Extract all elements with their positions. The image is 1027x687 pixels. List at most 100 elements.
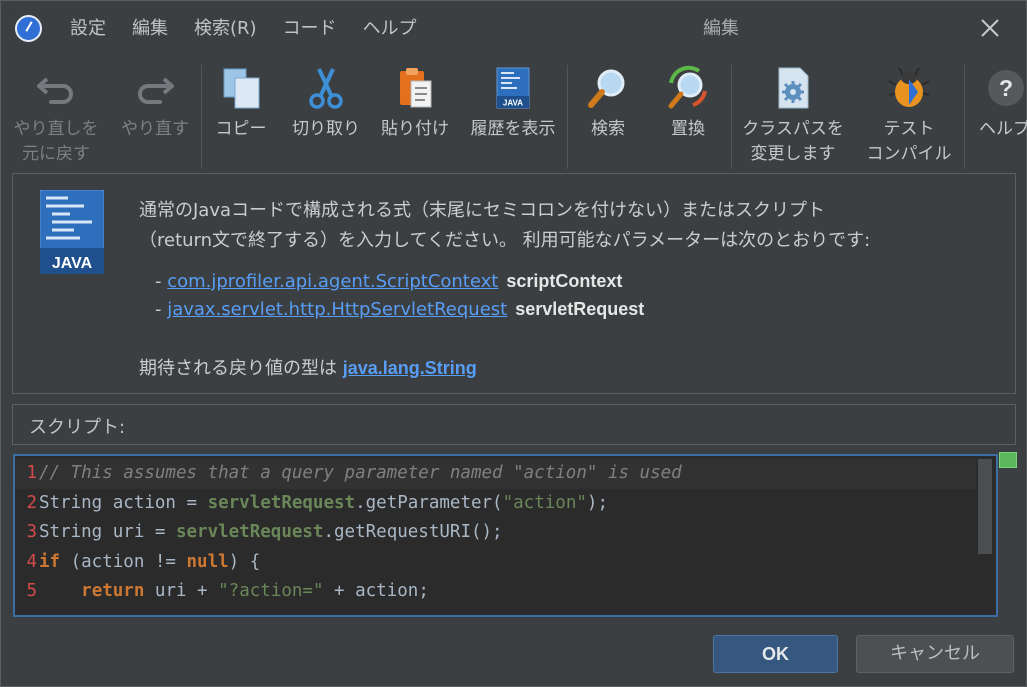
vertical-scrollbar[interactable]: [976, 459, 994, 613]
code-token: "?action=": [218, 581, 324, 602]
scrollbar-thumb[interactable]: [978, 459, 992, 554]
cut-icon: [309, 68, 343, 109]
line-number: 1: [26, 463, 37, 483]
line-number: 3: [26, 522, 37, 543]
app-logo-icon: [15, 15, 42, 42]
menu-settings[interactable]: 設定: [57, 15, 119, 43]
menu-edit[interactable]: 編集: [119, 15, 181, 43]
line-number: 5: [26, 581, 37, 602]
code-editor[interactable]: 1// This assumes that a query parameter …: [13, 454, 998, 617]
history-icon: JAVA: [496, 67, 530, 109]
code-token: return: [81, 581, 145, 602]
toolbar-divider: [201, 65, 202, 169]
redo-label: やり直す: [121, 119, 189, 139]
svg-text:?: ?: [999, 75, 1013, 101]
replace-label: 置換: [671, 119, 705, 139]
replace-button[interactable]: 置換: [652, 59, 724, 171]
code-token: (action !=: [60, 551, 187, 572]
toolbar: やり直しを 元に戻す やり直す コピー 切り取り 貼り付け JAVA 履歴を表示…: [1, 59, 1027, 171]
copy-icon: [223, 68, 260, 109]
code-token: null: [186, 551, 229, 572]
cut-button[interactable]: 切り取り: [284, 59, 368, 171]
info-panel: JAVA 通常のJavaコードで構成される式（末尾にセミコロンを付けない）または…: [12, 173, 1016, 394]
code-token: servletRequest: [207, 492, 356, 513]
param-name: scriptContext: [506, 271, 623, 291]
menu-help[interactable]: ヘルプ: [350, 15, 430, 43]
code-token: uri +: [144, 581, 219, 602]
error-status-indicator[interactable]: [999, 452, 1017, 468]
redo-icon: [138, 77, 174, 104]
code-text: return uri + "?action=" + action;: [39, 577, 429, 607]
code-token: + action;: [323, 581, 429, 602]
search-icon: [588, 69, 625, 108]
return-type-prefix: 期待される戻り値の型は: [139, 358, 343, 379]
code-token: .getParameter(: [355, 492, 503, 513]
instructions-line-1: 通常のJavaコードで構成される式（末尾にセミコロンを付けない）またはスクリプト: [139, 200, 826, 221]
menu-search[interactable]: 検索(R): [181, 15, 270, 43]
test-compile-button[interactable]: テスト コンパイル: [859, 59, 959, 171]
menu-code[interactable]: コード: [270, 15, 350, 43]
change-classpath-label: クラスパスを 変更します: [742, 119, 844, 164]
redo-button[interactable]: やり直す: [111, 59, 199, 171]
paste-icon: [400, 68, 432, 108]
help-icon: ?: [988, 70, 1024, 106]
script-label: スクリプト:: [29, 417, 126, 438]
cancel-button[interactable]: キャンセル: [856, 635, 1014, 673]
undo-button[interactable]: やり直しを 元に戻す: [1, 59, 111, 171]
code-token: .getRequestURI();: [323, 522, 503, 543]
title-bar: 設定 編集 検索(R) コード ヘルプ 編集: [1, 1, 1026, 56]
undo-label: やり直しを 元に戻す: [13, 119, 99, 164]
toolbar-divider: [731, 65, 732, 169]
undo-icon: [37, 77, 73, 104]
code-token: "action": [502, 492, 587, 513]
param-type-link[interactable]: javax.servlet.http.HttpServletRequest: [167, 299, 507, 320]
search-label: 検索: [591, 119, 625, 139]
code-text: String uri = servletRequest.getRequestUR…: [39, 518, 503, 548]
show-history-button[interactable]: JAVA 履歴を表示: [463, 59, 563, 171]
java-logo-text: JAVA: [52, 255, 93, 272]
code-line[interactable]: 4 if (action != null) {: [15, 548, 977, 578]
toolbar-divider: [964, 65, 965, 169]
return-type-line: 期待される戻り値の型は java.lang.String: [139, 354, 477, 380]
code-lines[interactable]: 1// This assumes that a query parameter …: [15, 459, 977, 607]
instructions-line-2: （return文で終了する）を入力してください。 利用可能なパラメーターは次のと…: [139, 230, 871, 251]
ok-button[interactable]: OK: [713, 635, 838, 673]
parameter-item: - com.jprofiler.api.agent.ScriptContext s…: [155, 271, 622, 292]
script-header: スクリプト:: [12, 404, 1016, 445]
show-history-label: 履歴を表示: [470, 119, 556, 139]
code-token: if: [39, 551, 61, 572]
cut-label: 切り取り: [292, 119, 360, 139]
code-line[interactable]: 5 return uri + "?action=" + action;: [15, 577, 977, 607]
code-line[interactable]: 3 String uri = servletRequest.getRequestU…: [15, 518, 977, 548]
search-button[interactable]: 検索: [573, 59, 643, 171]
code-token: // This assumes that a query parameter n…: [39, 463, 682, 483]
code-token: ) {: [228, 551, 261, 572]
test-compile-label: テスト コンパイル: [866, 119, 952, 164]
code-text: if (action != null) {: [39, 548, 260, 578]
svg-text:JAVA: JAVA: [503, 99, 523, 108]
param-bullet: -: [155, 299, 168, 320]
java-file-icon: JAVA: [40, 190, 104, 274]
replace-icon: [668, 65, 707, 109]
copy-label: コピー: [215, 119, 267, 139]
line-number: 4: [26, 551, 37, 572]
paste-button[interactable]: 貼り付け: [375, 59, 455, 171]
window-title: 編集: [703, 18, 739, 39]
help-button[interactable]: ? ヘルプ: [971, 59, 1027, 171]
code-token: String action =: [39, 492, 208, 513]
change-classpath-button[interactable]: クラスパスを 変更します: [736, 59, 850, 171]
parameter-item: - javax.servlet.http.HttpServletRequest s…: [155, 299, 644, 320]
param-type-link[interactable]: com.jprofiler.api.agent.ScriptContext: [167, 271, 498, 292]
bug-icon: [888, 67, 930, 107]
copy-button[interactable]: コピー: [204, 59, 278, 171]
code-text: // This assumes that a query parameter n…: [39, 459, 682, 489]
edit-dialog: 設定 編集 検索(R) コード ヘルプ 編集 やり直しを 元に戻す やり直す コ…: [0, 0, 1027, 687]
return-type-link[interactable]: java.lang.String: [343, 358, 477, 378]
menu-bar: 設定 編集 検索(R) コード ヘルプ: [57, 15, 430, 43]
param-name: servletRequest: [515, 299, 645, 319]
code-line[interactable]: 1// This assumes that a query parameter …: [15, 459, 977, 489]
help-label: ヘルプ: [979, 119, 1027, 139]
close-icon[interactable]: [975, 13, 1005, 43]
code-line[interactable]: 2 String action = servletRequest.getParam…: [15, 489, 977, 519]
